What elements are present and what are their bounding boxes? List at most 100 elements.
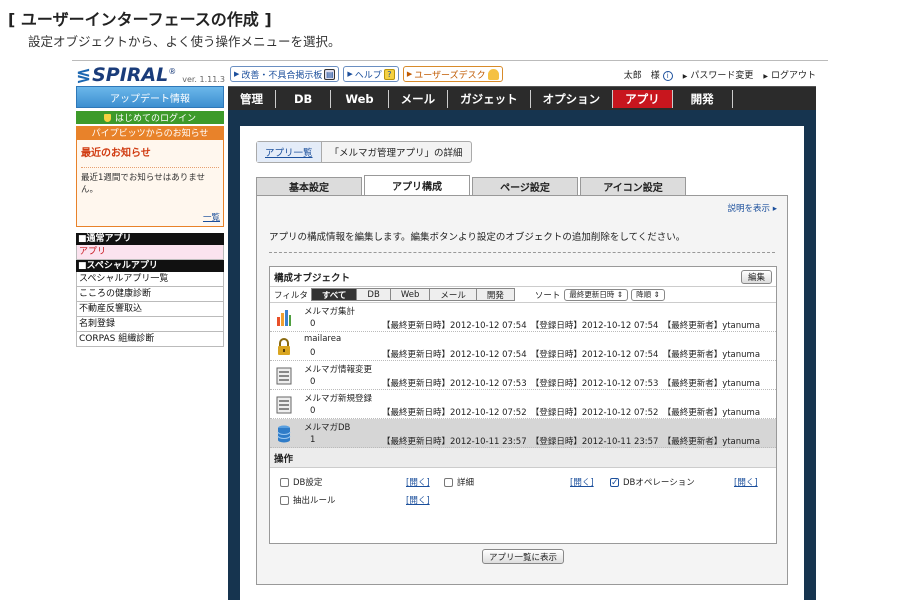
op-db-settings-open-link[interactable]: [開く]: [406, 476, 430, 488]
op-detail[interactable]: 詳細: [444, 476, 474, 488]
sort-order-select[interactable]: 降順 ⇕: [631, 288, 665, 301]
table-row[interactable]: メルマガ集計 0 【最終更新日時】2012-10-12 07:54 【登録日時】…: [270, 303, 776, 332]
sort-field-select[interactable]: 最終更新日時 ⇕: [564, 288, 629, 301]
first-login-button[interactable]: はじめてのログイン: [76, 111, 224, 124]
objects-box-title: 構成オブジェクト: [274, 272, 351, 284]
sidebar-item-app[interactable]: アプリ: [76, 245, 224, 260]
board-button-label: 改善・不具合掲示板: [241, 70, 323, 81]
sidebar-group-header: ■通常アプリ: [76, 233, 224, 245]
logo-text: SPIRAL: [92, 64, 169, 86]
op-label: DBオペレーション: [623, 478, 695, 488]
sidebar-item-special-list[interactable]: スペシャルアプリ一覧: [76, 272, 224, 287]
object-count: 0: [310, 348, 316, 358]
nav-item-gadget[interactable]: ガジェット: [448, 89, 531, 108]
intro-text: アプリの構成情報を編集します。編集ボタンより設定のオブジェクトの追加削除をしてく…: [269, 232, 686, 243]
update-info-button[interactable]: アップデート情報: [76, 86, 224, 108]
extract-rule-checkbox[interactable]: [280, 495, 289, 505]
nav-item-app[interactable]: アプリ: [613, 89, 673, 108]
sidebar-app-group: ■通常アプリ アプリ ■スペシャルアプリ スペシャルアプリ一覧 こころの健康診断…: [76, 233, 224, 347]
nav-item-web[interactable]: Web: [331, 89, 389, 108]
db-settings-checkbox[interactable]: [280, 477, 289, 487]
sidebar-item-health[interactable]: こころの健康診断: [76, 287, 224, 302]
filter-dev[interactable]: 開発: [475, 288, 515, 301]
table-row[interactable]: mailarea 0 【最終更新日時】2012-10-12 07:54 【登録日…: [270, 332, 776, 361]
object-meta: 【最終更新日時】2012-10-12 07:52 【登録日時】2012-10-1…: [382, 408, 761, 418]
filter-mail[interactable]: メール: [429, 288, 477, 301]
info-icon[interactable]: i: [662, 71, 673, 81]
news-list-link[interactable]: 一覧: [203, 211, 220, 223]
table-row[interactable]: メルマガ新規登録 0 【最終更新日時】2012-10-12 07:52 【登録日…: [270, 390, 776, 419]
tab-basic-settings[interactable]: 基本設定: [256, 177, 362, 195]
db-operation-checkbox[interactable]: ✓: [610, 477, 619, 487]
tab-body: 説明を表示 ▸ アプリの構成情報を編集します。編集ボタンより設定のオブジェクトの…: [256, 195, 788, 585]
sidebar-item-realestate[interactable]: 不動産反響取込: [76, 302, 224, 317]
app-header: ≶ SPIRAL ® ver. 1.11.3 ▶ 改善・不具合掲示板 ▤ ▶ ヘ…: [76, 64, 824, 86]
tab-bar: 基本設定 アプリ構成 ページ設定 アイコン設定: [256, 175, 686, 195]
form-icon: [276, 367, 292, 385]
filter-web[interactable]: Web: [389, 288, 431, 301]
help-button-label: ヘルプ: [354, 70, 382, 81]
form-icon: [276, 396, 292, 414]
tab-icon-settings[interactable]: アイコン設定: [580, 177, 686, 195]
help-icon: ?: [383, 68, 395, 80]
objects-box: 構成オブジェクト 編集 フィルタ すべて DB Web メール 開発 ソート 最…: [269, 266, 777, 544]
op-label: DB設定: [293, 478, 323, 488]
help-button[interactable]: ▶ ヘルプ ?: [343, 66, 399, 82]
database-icon: [277, 425, 291, 443]
sidebar-item-business-card[interactable]: 名刺登録: [76, 317, 224, 332]
first-login-label: はじめてのログイン: [114, 114, 196, 124]
object-meta: 【最終更新日時】2012-10-12 07:54 【登録日時】2012-10-1…: [382, 321, 761, 331]
object-name: メルマガDB: [304, 423, 351, 433]
news-header: パイプビッツからのお知らせ: [76, 126, 224, 139]
bell-icon: [487, 68, 499, 80]
show-explanation-link[interactable]: 説明を表示 ▸: [728, 202, 777, 214]
spiral-logo[interactable]: ≶ SPIRAL ® ver. 1.11.3: [76, 64, 225, 86]
op-extract-rule[interactable]: 抽出ルール: [280, 494, 336, 506]
user-name: 太郎 様i: [624, 68, 673, 81]
filter-all[interactable]: すべて: [310, 288, 358, 301]
breadcrumb-app-list-link[interactable]: アプリ一覧: [257, 142, 322, 162]
op-db-operation-open-link[interactable]: [開く]: [734, 476, 758, 488]
logout-link[interactable]: ログアウト: [763, 68, 816, 81]
detail-checkbox[interactable]: [444, 477, 453, 487]
show-in-app-list-button[interactable]: アプリ一覧に表示: [482, 549, 565, 564]
arrow-icon: ▶: [406, 70, 413, 78]
news-title: 最近のお知らせ: [81, 148, 151, 159]
nav-item-db[interactable]: DB: [276, 89, 332, 108]
breadcrumb-current: 「メルマガ管理アプリ」の詳細: [329, 148, 463, 159]
table-row[interactable]: メルマガ情報変更 0 【最終更新日時】2012-10-12 07:53 【登録日…: [270, 361, 776, 390]
object-count: 0: [310, 377, 316, 387]
filter-db[interactable]: DB: [356, 288, 391, 301]
version-label: ver. 1.11.3: [182, 75, 225, 84]
nav-item-admin[interactable]: 管理: [228, 89, 276, 108]
tab-page-settings[interactable]: ページ設定: [472, 177, 578, 195]
nav-item-option[interactable]: オプション: [531, 89, 614, 108]
operations-header: 操作: [270, 448, 776, 468]
logo-mark-icon: ≶: [76, 65, 91, 86]
tab-app-structure[interactable]: アプリ構成: [364, 175, 470, 195]
object-meta: 【最終更新日時】2012-10-11 23:57 【登録日時】2012-10-1…: [382, 437, 761, 447]
lock-icon: [278, 338, 290, 355]
news-panel: 最近のお知らせ 最近1週間でお知らせはありません。 一覧: [76, 139, 224, 227]
object-count: 1: [310, 435, 316, 445]
object-name: mailarea: [304, 334, 342, 344]
sidebar-item-corpas[interactable]: CORPAS 組織診断: [76, 332, 224, 347]
document-subtitle: 設定オブジェクトから、よく使う操作メニューを選択。: [28, 34, 341, 49]
users-desk-button[interactable]: ▶ ユーザーズデスク: [402, 66, 503, 82]
arrow-icon: ▶: [234, 70, 240, 78]
op-extract-rule-open-link[interactable]: [開く]: [406, 494, 430, 506]
board-button[interactable]: ▶ 改善・不具合掲示板 ▤: [230, 66, 340, 82]
table-row[interactable]: メルマガDB 1 【最終更新日時】2012-10-11 23:57 【登録日時】…: [270, 419, 776, 448]
op-db-settings[interactable]: DB設定: [280, 476, 322, 488]
object-count: 0: [310, 319, 316, 329]
op-detail-open-link[interactable]: [開く]: [570, 476, 594, 488]
nav-item-mail[interactable]: メール: [389, 89, 449, 108]
edit-button[interactable]: 編集: [740, 269, 772, 284]
password-change-link[interactable]: パスワード変更: [683, 68, 753, 81]
nav-item-dev[interactable]: 開発: [673, 89, 733, 108]
filter-label: フィルタ: [274, 290, 308, 301]
divider: [72, 60, 828, 61]
op-db-operation[interactable]: ✓ DBオペレーション: [610, 476, 695, 488]
object-name: メルマガ新規登録: [304, 394, 373, 404]
sidebar: アップデート情報 はじめてのログイン パイプビッツからのお知らせ 最近のお知らせ…: [76, 86, 224, 347]
